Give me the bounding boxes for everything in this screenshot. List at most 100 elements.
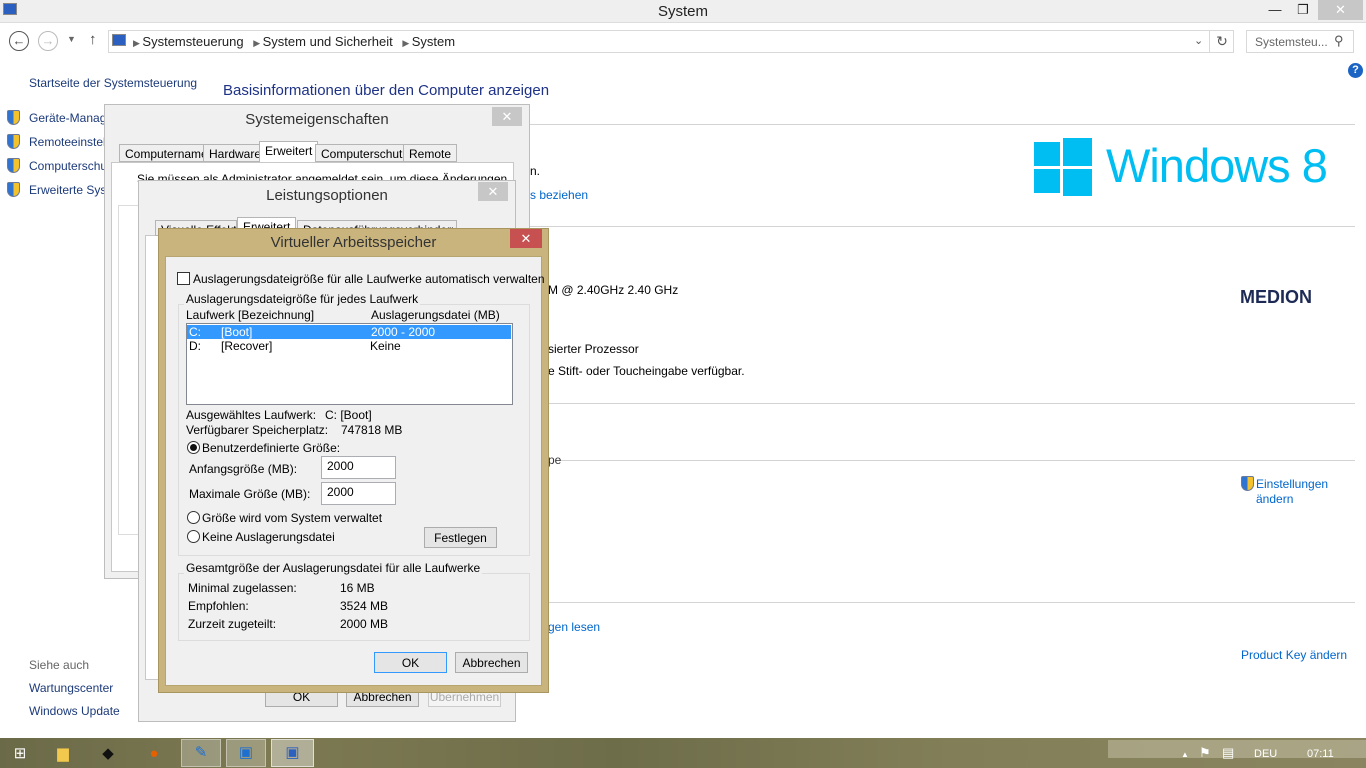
- system-properties-title: Systemeigenschaften: [245, 111, 389, 128]
- shield-icon: [7, 158, 20, 173]
- minimize-button[interactable]: —: [1260, 0, 1290, 20]
- search-icon[interactable]: ⚲: [1334, 33, 1344, 49]
- change-settings-line1: Einstellungen: [1256, 477, 1329, 491]
- performance-options-title: Leistungsoptionen: [266, 187, 388, 204]
- free-space-value: 747818 MB: [341, 423, 403, 437]
- tab-hardware[interactable]: Hardware: [203, 144, 268, 162]
- up-button[interactable]: ↑: [89, 31, 97, 48]
- system-type-text: sierter Prozessor: [548, 342, 639, 356]
- forward-button[interactable]: →: [38, 31, 58, 51]
- drive-row-c[interactable]: C: [Boot] 2000 - 2000: [187, 325, 511, 339]
- tab-remote[interactable]: Remote: [403, 144, 458, 162]
- pen-touch-text: e Stift- oder Toucheingabe verfügbar.: [548, 364, 745, 378]
- refresh-button[interactable]: ↻: [1209, 30, 1234, 53]
- sidebar-item-remote[interactable]: Remoteeinstel: [29, 135, 106, 149]
- shield-icon: [7, 134, 20, 149]
- sidebar-item-protection[interactable]: Computerschu: [29, 159, 107, 173]
- product-key-link[interactable]: Product Key ändern: [1241, 648, 1347, 662]
- min-allowed-label: Minimal zugelassen:: [188, 581, 297, 595]
- performance-options-close-button[interactable]: ✕: [478, 182, 508, 201]
- close-button[interactable]: ✕: [1318, 0, 1363, 20]
- control-panel-icon: [112, 34, 126, 46]
- tab-advanced[interactable]: Erweitert: [259, 141, 319, 162]
- vm-ok-button[interactable]: OK: [374, 652, 447, 673]
- breadcrumb: ▶ Systemsteuerung ▶ System und Sicherhei…: [133, 34, 456, 49]
- column-header-drive: Laufwerk [Bezeichnung]: [186, 308, 315, 322]
- start-button[interactable]: ⊞: [2, 741, 38, 767]
- breadcrumb-item[interactable]: Systemsteuerung: [142, 34, 243, 49]
- page-title: Basisinformationen über den Computer anz…: [223, 82, 550, 99]
- window-title: System: [657, 3, 708, 20]
- network-icon[interactable]: ▤: [1222, 745, 1234, 761]
- windows-8-wordmark: Windows 8: [1106, 139, 1328, 192]
- recommended-label: Empfohlen:: [188, 599, 249, 613]
- drive-label: [Recover]: [221, 339, 273, 353]
- drive-size: Keine: [370, 339, 401, 353]
- see-also-action-center[interactable]: Wartungscenter: [29, 681, 113, 695]
- drive-size: 2000 - 2000: [371, 325, 436, 339]
- tab-computername[interactable]: Computername: [119, 144, 214, 162]
- shield-icon: [7, 182, 20, 197]
- allocated-value: 2000 MB: [340, 617, 389, 631]
- help-icon[interactable]: ?: [1348, 63, 1363, 78]
- change-settings-line2: ändern: [1256, 492, 1294, 506]
- see-also-windows-update[interactable]: Windows Update: [29, 704, 120, 718]
- taskbar-remote-icon[interactable]: ▣: [226, 739, 266, 767]
- sidebar-home-link[interactable]: Startseite der Systemsteuerung: [29, 76, 197, 90]
- change-settings-link[interactable]: Einstellungen ändern: [1256, 477, 1328, 507]
- shield-icon: [7, 110, 20, 125]
- restore-button[interactable]: ❐: [1288, 0, 1318, 20]
- taskbar-system-icon[interactable]: ▣: [271, 739, 314, 767]
- system-managed-radio[interactable]: [187, 511, 200, 524]
- column-header-size: Auslagerungsdatei (MB): [371, 308, 500, 322]
- auto-manage-label: Auslagerungsdateigröße für alle Laufwerk…: [193, 272, 545, 286]
- sidebar-item-device-manager[interactable]: Geräte-Manag: [29, 111, 106, 125]
- processor-text: M @ 2.40GHz 2.40 GHz: [548, 283, 679, 297]
- app-icon[interactable]: ◆: [90, 741, 126, 767]
- see-also-label: Siehe auch: [29, 658, 90, 672]
- max-size-label: Maximale Größe (MB):: [189, 487, 311, 501]
- allocated-label: Zurzeit zugeteilt:: [188, 617, 277, 631]
- divider: [560, 460, 1355, 461]
- search-placeholder: Systemsteu...: [1255, 35, 1328, 49]
- virtual-memory-close-button[interactable]: ✕: [510, 229, 542, 248]
- selected-drive-label: Ausgewähltes Laufwerk:: [186, 408, 317, 422]
- flag-icon[interactable]: ⚑: [1199, 745, 1211, 761]
- drive-letter: C:: [189, 325, 201, 339]
- auto-manage-checkbox[interactable]: [177, 272, 190, 285]
- edition-text: n.: [530, 164, 541, 178]
- breadcrumb-item[interactable]: System und Sicherheit: [263, 34, 393, 49]
- taskbar-app-icon[interactable]: ✎: [181, 739, 221, 767]
- max-size-input[interactable]: 2000: [321, 482, 396, 505]
- no-paging-file-radio[interactable]: [187, 530, 200, 543]
- selected-drive-value: C: [Boot]: [325, 408, 372, 422]
- firefox-icon[interactable]: ●: [136, 741, 172, 767]
- tab-system-protection[interactable]: Computerschutz: [315, 144, 415, 162]
- back-button[interactable]: ←: [9, 31, 29, 51]
- custom-size-radio[interactable]: [187, 441, 200, 454]
- system-properties-close-button[interactable]: ✕: [492, 107, 522, 126]
- clock[interactable]: 07:11: [1307, 748, 1334, 760]
- breadcrumb-item[interactable]: System: [412, 34, 455, 49]
- min-allowed-value: 16 MB: [340, 581, 375, 595]
- shield-icon: [1241, 476, 1254, 491]
- license-link[interactable]: gen lesen: [548, 620, 600, 634]
- address-dropdown-icon[interactable]: ⌄: [1194, 34, 1203, 47]
- windows-logo: [1034, 138, 1094, 196]
- vm-cancel-button[interactable]: Abbrechen: [455, 652, 528, 673]
- file-explorer-icon[interactable]: ▆: [45, 741, 81, 767]
- no-paging-file-label: Keine Auslagerungsdatei: [202, 530, 335, 544]
- initial-size-input[interactable]: 2000: [321, 456, 396, 479]
- divider: [529, 403, 1355, 404]
- drive-row-d[interactable]: D: [Recover] Keine: [187, 339, 511, 353]
- set-button[interactable]: Festlegen: [424, 527, 497, 548]
- drive-letter: D:: [189, 339, 201, 353]
- show-hidden-icons[interactable]: ▲: [1181, 750, 1189, 759]
- custom-size-label: Benutzerdefinierte Größe:: [202, 441, 341, 455]
- features-link[interactable]: s beziehen: [530, 188, 588, 202]
- sidebar-item-advanced[interactable]: Erweiterte Syst: [29, 183, 110, 197]
- section-label: pe: [548, 453, 562, 467]
- totals-group-label: Gesamtgröße der Auslagerungsdatei für al…: [184, 561, 483, 575]
- recent-dropdown-icon[interactable]: ▼: [67, 34, 76, 44]
- language-indicator[interactable]: DEU: [1254, 748, 1277, 760]
